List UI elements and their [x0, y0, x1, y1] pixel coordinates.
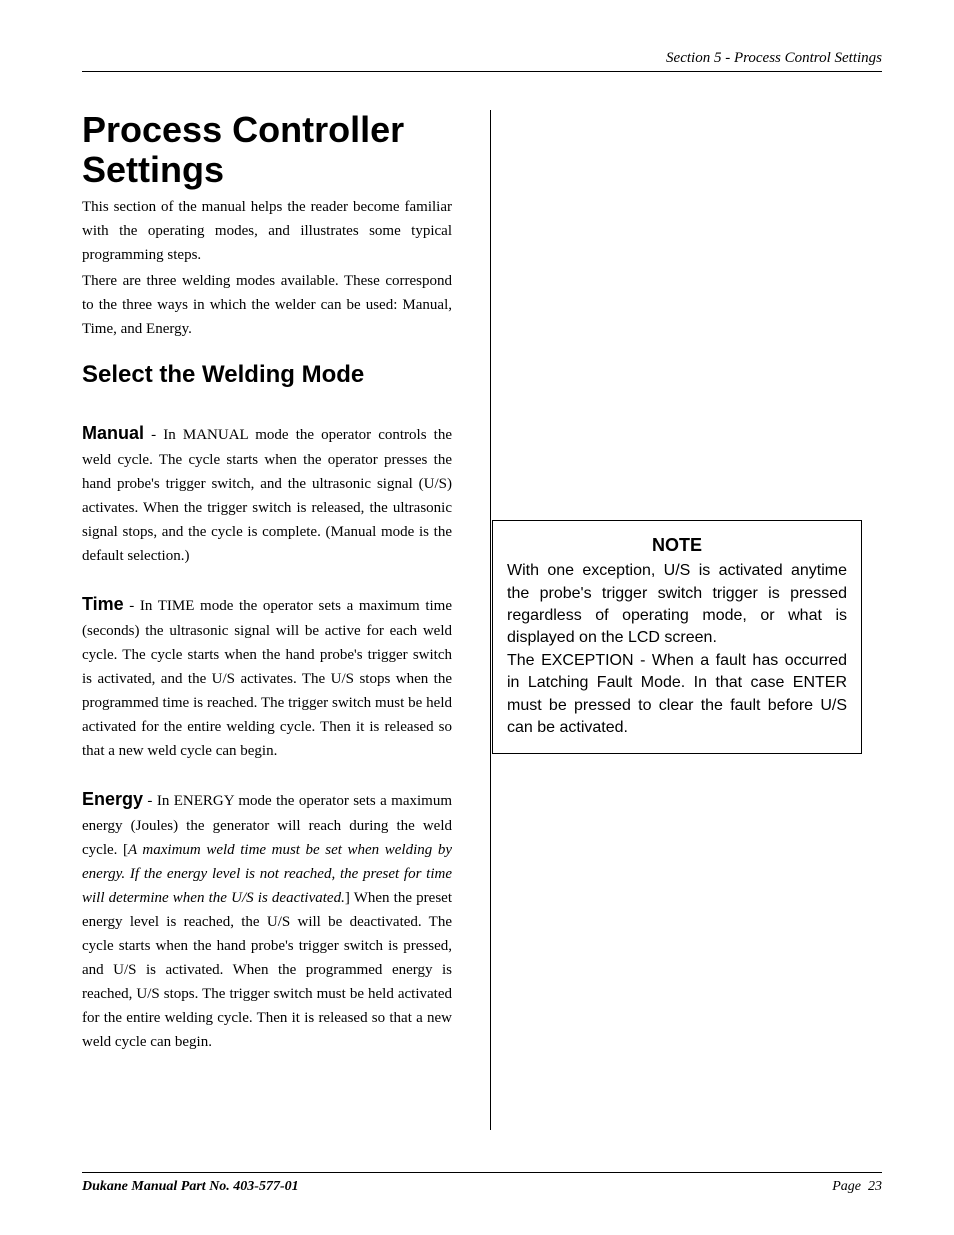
mode-energy-post: ] When the preset energy level is reache…	[82, 890, 452, 1050]
content-columns: Process Controller Settings This section…	[82, 110, 882, 1076]
section-label: Section 5 - Process Control Settings	[666, 50, 882, 66]
mode-manual-text: - In MANUAL mode the operator controls t…	[82, 427, 452, 564]
note-box: NOTE With one exception, U/S is activate…	[492, 520, 862, 754]
subheading-select-mode: Select the Welding Mode	[82, 361, 452, 389]
note-title: NOTE	[507, 533, 847, 558]
mode-energy-block: Energy - In ENERGY mode the operator set…	[82, 785, 452, 1054]
mode-time-block: Time - In TIME mode the operator sets a …	[82, 590, 452, 763]
running-header: Section 5 - Process Control Settings	[82, 50, 882, 72]
right-column: NOTE With one exception, U/S is activate…	[472, 110, 862, 1076]
intro-paragraph-1: This section of the manual helps the rea…	[82, 195, 452, 267]
footer-page-label: Page	[832, 1179, 861, 1194]
page-title: Process Controller Settings	[82, 110, 452, 189]
footer-page-number: 23	[868, 1179, 882, 1194]
mode-time-text: - In TIME mode the operator sets a maxim…	[82, 598, 452, 759]
left-column: Process Controller Settings This section…	[82, 110, 472, 1076]
mode-time-label: Time	[82, 594, 124, 614]
page-footer: Dukane Manual Part No. 403-577-01 Page 2…	[82, 1172, 882, 1195]
footer-page: Page 23	[832, 1179, 882, 1195]
mode-energy-label: Energy	[82, 789, 143, 809]
mode-manual-label: Manual	[82, 423, 144, 443]
note-paragraph-2: The EXCEPTION - When a fault has occurre…	[507, 650, 847, 740]
mode-manual-block: Manual - In MANUAL mode the operator con…	[82, 419, 452, 568]
note-paragraph-1: With one exception, U/S is activated any…	[507, 560, 847, 650]
footer-manual-part: Dukane Manual Part No. 403-577-01	[82, 1179, 299, 1195]
intro-paragraph-2: There are three welding modes available.…	[82, 269, 452, 341]
